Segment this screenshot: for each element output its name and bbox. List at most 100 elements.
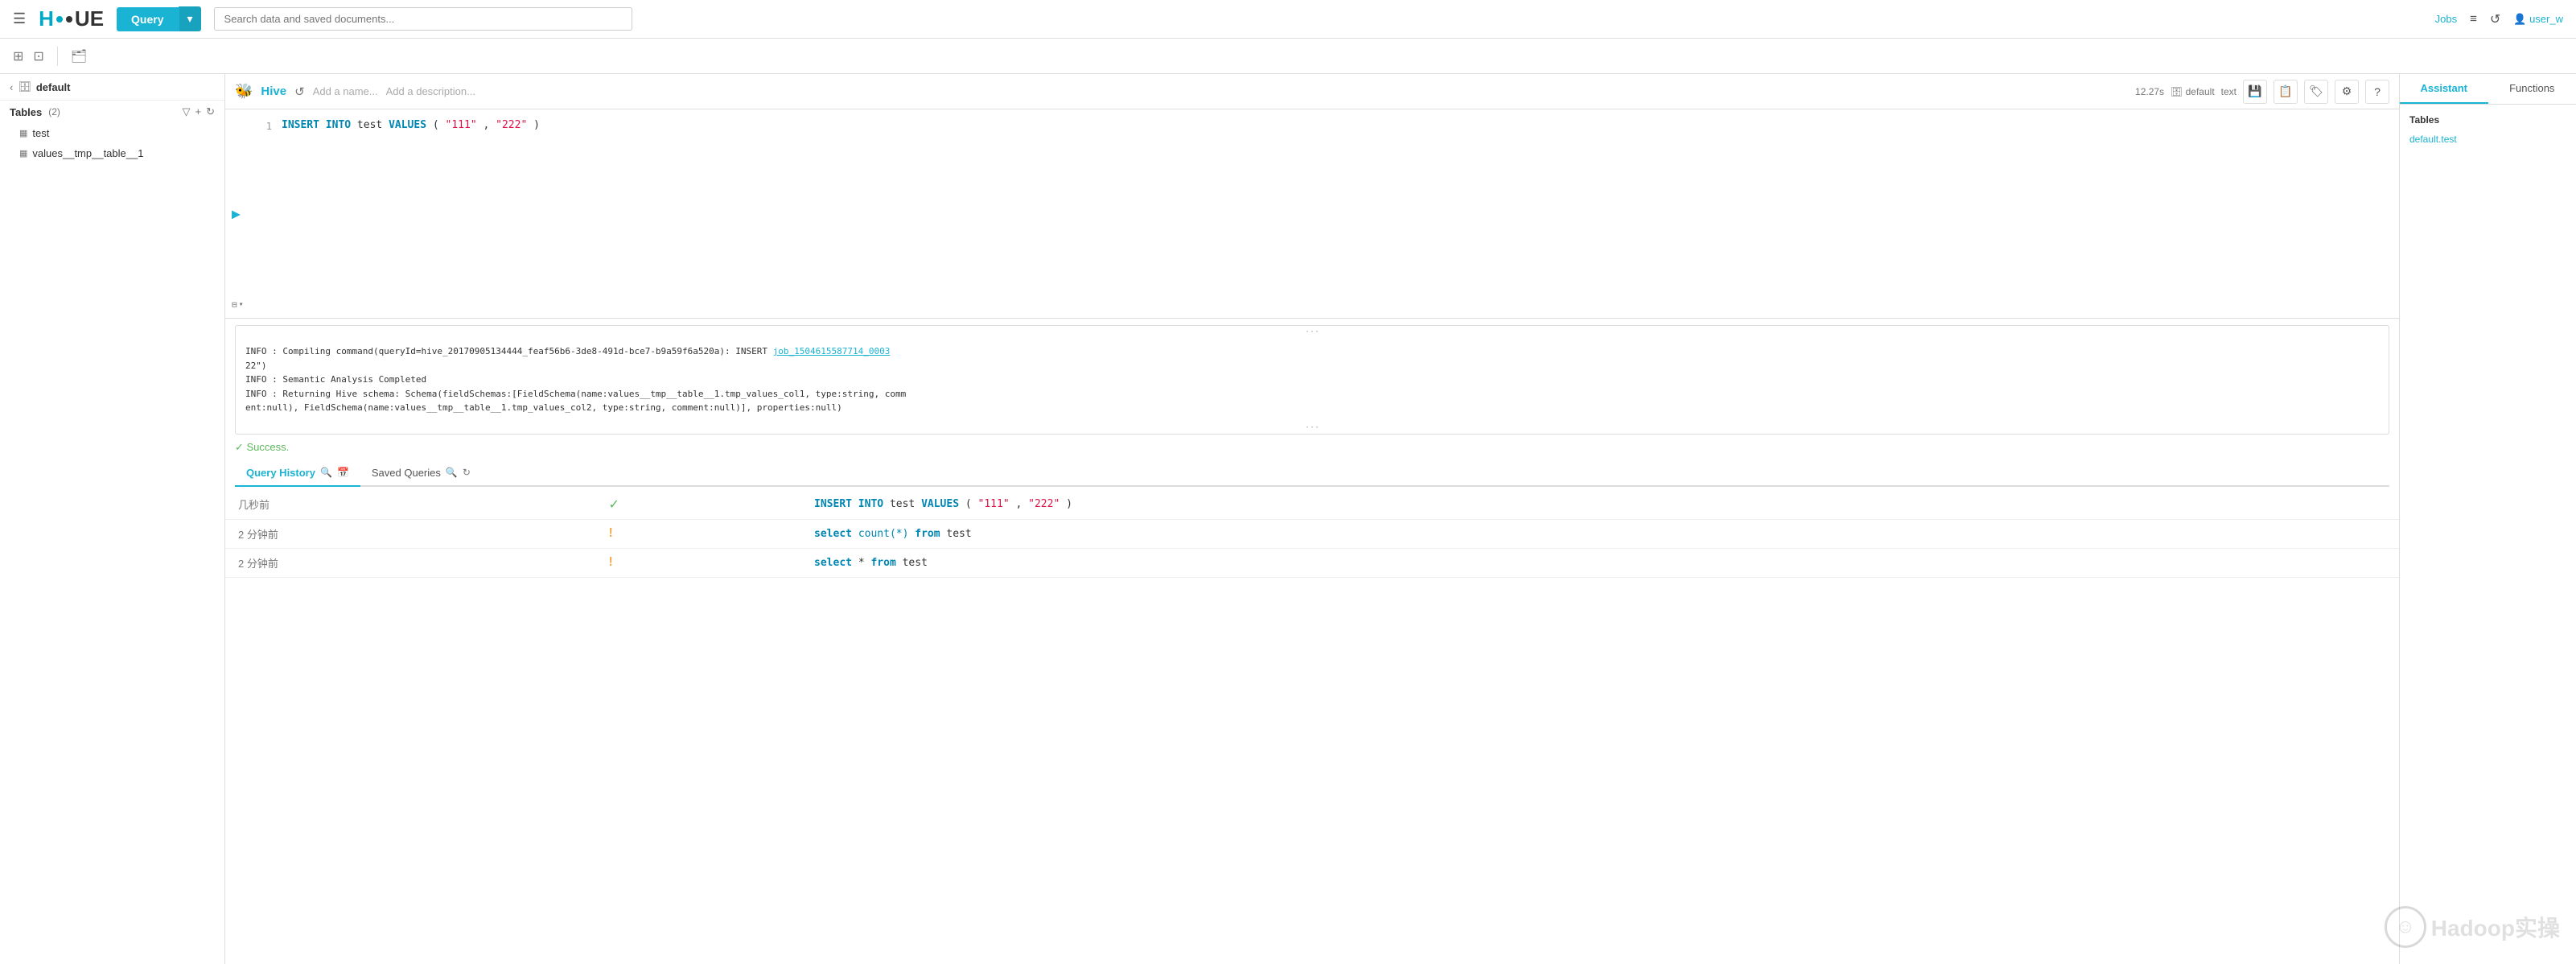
- history-row-3[interactable]: 2 分钟前 ! select * from test: [225, 548, 2399, 577]
- kw-from-2: from: [915, 528, 940, 540]
- editor-history-icon[interactable]: ↺: [294, 84, 305, 99]
- right-panel-item-0[interactable]: default.test: [2409, 132, 2566, 146]
- table-ref: test: [357, 119, 389, 131]
- tab-assistant[interactable]: Assistant: [2400, 74, 2488, 104]
- help-button[interactable]: ?: [2365, 80, 2389, 104]
- log-line-5: ent:null), FieldSchema(name:values__tmp_…: [245, 401, 2379, 415]
- comma-1: ,: [1016, 498, 1023, 510]
- history-query-2: select count(*) from test: [801, 519, 2399, 548]
- user-menu[interactable]: 👤 user_w: [2513, 13, 2563, 26]
- run-button[interactable]: ▶: [225, 202, 247, 225]
- history-row-2[interactable]: 2 分钟前 ! select count(*) from test: [225, 519, 2399, 548]
- output-toggle[interactable]: ⊟ ▾: [225, 298, 250, 311]
- kw-select-2: select: [814, 528, 852, 540]
- folder-icon[interactable]: 🗂: [71, 48, 87, 64]
- string-111: "111": [446, 119, 477, 131]
- right-panel-tabs: Assistant Functions: [2400, 74, 2576, 105]
- editor-toolbar: 🐝 Hive ↺ Add a name... Add a description…: [225, 74, 2399, 109]
- table-3: test: [903, 557, 928, 569]
- editor-name-field[interactable]: Add a name...: [313, 85, 378, 97]
- result-tabs: Query History 🔍 📅 Saved Queries 🔍 ↻: [235, 460, 2389, 487]
- right-panel: Assistant Functions Tables default.test: [2399, 74, 2576, 964]
- query-history-calendar-icon[interactable]: 📅: [337, 467, 349, 478]
- meta-db: 🗄 default: [2171, 86, 2215, 97]
- log-line-1: INFO : Compiling command(queryId=hive_20…: [245, 344, 2379, 359]
- keyword-insert: INSERT INTO: [282, 119, 351, 131]
- paren-close: ): [533, 119, 540, 131]
- code-editor[interactable]: 1 INSERT INTO test VALUES ( "111" , "222…: [225, 109, 2399, 319]
- database-row[interactable]: ‹ 🗄 default: [0, 74, 224, 101]
- add-table-icon[interactable]: +: [195, 105, 202, 118]
- query-dropdown-button[interactable]: ▾: [179, 6, 201, 31]
- query-history-label: Query History: [246, 467, 315, 479]
- kw-from-3: from: [870, 557, 895, 569]
- str-111-1: "111": [978, 498, 1010, 510]
- history-status-3: !: [596, 548, 801, 577]
- success-bar: ✓ Success.: [235, 441, 2389, 454]
- comma: ,: [483, 119, 489, 131]
- log-collapse-bottom[interactable]: ···: [236, 422, 2389, 434]
- hive-icon: 🐝: [235, 83, 253, 100]
- query-button[interactable]: Query: [117, 7, 178, 31]
- results-area: ··· INFO : Compiling command(queryId=hiv…: [225, 319, 2399, 964]
- filter-icon[interactable]: ▽: [183, 105, 191, 118]
- saved-queries-label: Saved Queries: [372, 467, 441, 479]
- history-icon[interactable]: ↺: [2490, 11, 2500, 27]
- table-2: test: [946, 528, 971, 540]
- tag-button[interactable]: 🏷: [2304, 80, 2328, 104]
- history-query-3: select * from test: [801, 548, 2399, 577]
- jobs-list-icon[interactable]: ≡: [2470, 12, 2477, 26]
- right-panel-section-title: Tables: [2409, 114, 2566, 126]
- status-warn-icon-3: !: [609, 555, 613, 569]
- db-icon: 🗄: [18, 80, 31, 93]
- settings-button[interactable]: ⚙: [2335, 80, 2359, 104]
- table-item-test[interactable]: ▦ test: [0, 123, 224, 143]
- keyword-values: VALUES: [389, 119, 426, 131]
- editor-desc-field[interactable]: Add a description...: [386, 85, 2127, 97]
- saved-queries-refresh-icon[interactable]: ↻: [463, 467, 471, 478]
- history-time-1: 几秒前: [225, 490, 596, 520]
- string-222: "222": [496, 119, 527, 131]
- grid-icon[interactable]: ⊞: [13, 48, 23, 64]
- output-icon: ⊟: [232, 299, 237, 310]
- status-warn-icon-2: !: [609, 526, 613, 540]
- log-line-4: INFO : Returning Hive schema: Schema(fie…: [245, 387, 2379, 402]
- kw-values-1: VALUES: [921, 498, 959, 510]
- success-text: ✓ Success.: [235, 441, 289, 454]
- log-content: INFO : Compiling command(queryId=hive_20…: [236, 338, 2389, 422]
- hamburger-icon[interactable]: ☰: [13, 10, 26, 27]
- refresh-tables-icon[interactable]: ↻: [206, 105, 215, 118]
- table-name-test: test: [32, 127, 49, 139]
- logo-ue: UE: [75, 6, 104, 31]
- kw-insert-1: INSERT INTO: [814, 498, 883, 510]
- space-3: *: [858, 557, 871, 569]
- fn-count: count(*): [858, 528, 909, 540]
- editor-toolbar-right: 12.27s 🗄 default text 💾 📋 🏷 ⚙ ?: [2135, 80, 2389, 104]
- table-item-values-tmp[interactable]: ▦ values__tmp__table__1: [0, 143, 224, 163]
- meta-type: text: [2221, 86, 2237, 97]
- execution-time: 12.27s: [2135, 86, 2164, 97]
- tab-saved-queries[interactable]: Saved Queries 🔍 ↻: [360, 460, 482, 487]
- job-link[interactable]: job_1504615587714_0003: [773, 346, 891, 356]
- paren-open: (: [433, 119, 439, 131]
- history-row-1[interactable]: 几秒前 ✓ INSERT INTO test VALUES ( "111" , …: [225, 490, 2399, 520]
- saved-queries-search-icon[interactable]: 🔍: [446, 467, 458, 478]
- tab-functions[interactable]: Functions: [2488, 74, 2576, 104]
- history-table: 几秒前 ✓ INSERT INTO test VALUES ( "111" , …: [225, 490, 2399, 578]
- tab-query-history[interactable]: Query History 🔍 📅: [235, 460, 360, 487]
- second-toolbar: ⊞ ⊡ 🗂: [0, 39, 2576, 74]
- log-collapse-top[interactable]: ···: [236, 326, 2389, 338]
- jobs-button[interactable]: Jobs: [2435, 13, 2457, 25]
- doc-icon[interactable]: ⊡: [33, 48, 43, 64]
- save-button[interactable]: 💾: [2243, 80, 2267, 104]
- back-icon[interactable]: ‹: [10, 81, 13, 93]
- logo-dot2: [66, 16, 72, 23]
- copy-button[interactable]: 📋: [2274, 80, 2298, 104]
- top-navigation: ☰ H UE Query ▾ Jobs ≡ ↺ 👤 user_w: [0, 0, 2576, 39]
- query-history-search-icon[interactable]: 🔍: [320, 467, 332, 478]
- logo: H UE: [39, 6, 104, 31]
- nav-right: Jobs ≡ ↺ 👤 user_w: [2435, 11, 2563, 27]
- editor-title: Hive: [261, 84, 286, 98]
- logo-dot1: [56, 16, 63, 23]
- search-input[interactable]: [214, 7, 632, 31]
